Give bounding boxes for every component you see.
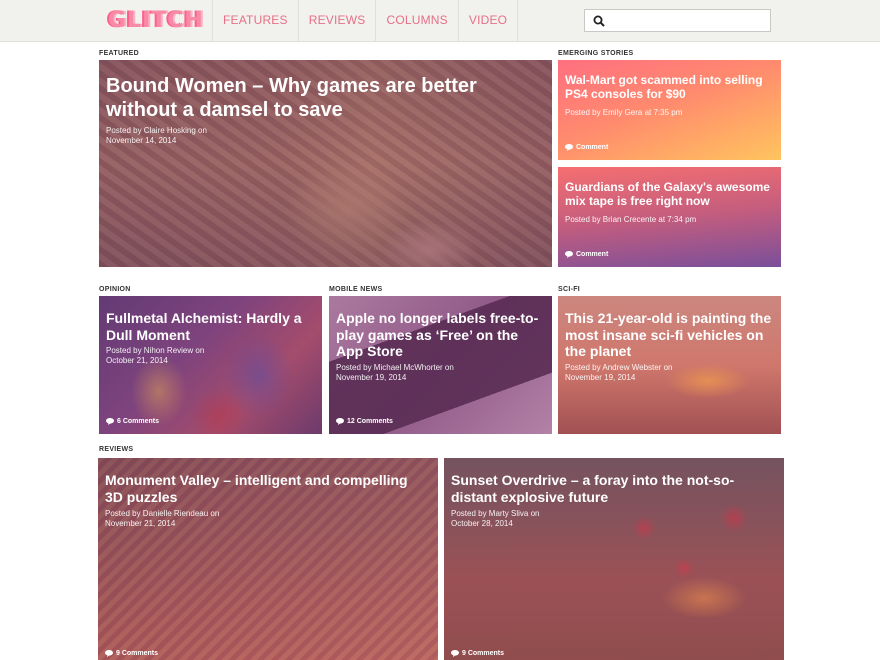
comments-link[interactable]: 9 Comments xyxy=(451,650,504,657)
comment-link[interactable]: Comment xyxy=(565,251,608,258)
emerging-meta: Posted by Brian Crecente at 7:34 pm xyxy=(565,215,697,224)
review-title[interactable]: Monument Valley – intelligent and compel… xyxy=(105,472,425,505)
review-date: November 21, 2014 xyxy=(105,519,176,528)
comments-count: 9 Comments xyxy=(116,650,159,657)
featured-date: November 14, 2014 xyxy=(106,136,177,145)
article-card[interactable]: Fullmetal Alchemist: Hardly a Dull Momen… xyxy=(99,296,322,434)
review-title[interactable]: Sunset Overdrive – a foray into the not-… xyxy=(451,472,771,505)
article-author: Posted by Andrew Webster on xyxy=(565,363,673,372)
comments-link[interactable]: 12 Comments xyxy=(336,418,393,425)
search-icon[interactable] xyxy=(593,15,605,27)
sci-fi-label: SCI-FI xyxy=(558,286,581,293)
emerging-card[interactable]: Guardians of the Galaxy's awesome mix ta… xyxy=(558,167,781,267)
emerging-meta: Posted by Emily Gera at 7:35 pm xyxy=(565,108,683,117)
comment-bubble-icon xyxy=(565,144,573,151)
review-meta: Posted by Marty Sliva on October 28, 201… xyxy=(451,509,539,529)
emerging-card[interactable]: Wal-Mart got scammed into selling PS4 co… xyxy=(558,60,781,160)
emerging-label: EMERGING STORIES xyxy=(558,50,634,57)
article-card[interactable]: Apple no longer labels free-to-play game… xyxy=(329,296,552,434)
nav-item-features[interactable]: FEATURES xyxy=(212,0,298,41)
featured-label: FEATURED xyxy=(99,50,139,57)
search-input[interactable] xyxy=(611,12,766,29)
review-meta: Posted by Danielle Riendeau on November … xyxy=(105,509,219,529)
comment-link[interactable]: Comment xyxy=(565,144,608,151)
search-box[interactable] xyxy=(584,9,771,32)
comments-count: 12 Comments xyxy=(347,418,393,425)
review-card[interactable]: Monument Valley – intelligent and compel… xyxy=(98,458,438,660)
comment-bubble-icon xyxy=(336,418,344,425)
comment-label: Comment xyxy=(576,251,609,258)
article-card[interactable]: This 21-year-old is painting the most in… xyxy=(558,296,781,434)
comments-link[interactable]: 6 Comments xyxy=(106,418,159,425)
comment-bubble-icon xyxy=(105,650,113,657)
nav-item-reviews[interactable]: REVIEWS xyxy=(297,0,376,41)
comment-label: Comment xyxy=(576,144,609,151)
comment-bubble-icon xyxy=(106,418,114,425)
review-author: Posted by Marty Sliva on xyxy=(451,509,540,518)
featured-author: Posted by Claire Hosking on xyxy=(106,126,207,135)
article-meta: Posted by Michael McWhorter on November … xyxy=(336,363,454,383)
emerging-title[interactable]: Wal-Mart got scammed into selling PS4 co… xyxy=(565,73,770,101)
review-date: October 28, 2014 xyxy=(451,519,513,528)
comment-bubble-icon xyxy=(451,650,459,657)
mobile-news-label: MOBILE NEWS xyxy=(329,286,383,293)
comments-count: 6 Comments xyxy=(117,418,160,425)
logo-text: GLITCH xyxy=(108,8,204,33)
featured-title[interactable]: Bound Women – Why games are better witho… xyxy=(106,75,536,122)
nav-item-video[interactable]: VIDEO xyxy=(457,0,519,41)
emerging-title[interactable]: Guardians of the Galaxy's awesome mix ta… xyxy=(565,180,775,208)
article-author: Posted by Michael McWhorter on xyxy=(336,363,454,372)
review-author: Posted by Danielle Riendeau on xyxy=(105,509,220,518)
article-meta: Posted by Andrew Webster on November 19,… xyxy=(565,363,672,383)
article-title[interactable]: Fullmetal Alchemist: Hardly a Dull Momen… xyxy=(106,310,318,343)
site-logo[interactable]: GLITCH xyxy=(108,8,204,34)
featured-meta: Posted by Claire Hosking on November 14,… xyxy=(106,126,207,146)
comment-bubble-icon xyxy=(565,251,573,258)
main-nav: FEATURES REVIEWS COLUMNS VIDEO xyxy=(212,0,519,41)
article-title[interactable]: Apple no longer labels free-to-play game… xyxy=(336,310,548,360)
article-date: November 19, 2014 xyxy=(565,373,636,382)
review-card[interactable]: Sunset Overdrive – a foray into the not-… xyxy=(444,458,784,660)
article-date: October 21, 2014 xyxy=(106,356,168,365)
featured-card[interactable]: Bound Women – Why games are better witho… xyxy=(99,60,552,267)
article-author: Posted by Nihon Review on xyxy=(106,346,205,355)
nav-item-columns[interactable]: COLUMNS xyxy=(375,0,457,41)
site-header: GLITCH FEATURES REVIEWS COLUMNS VIDEO xyxy=(0,0,880,42)
comments-count: 9 Comments xyxy=(462,650,505,657)
opinion-label: OPINION xyxy=(99,286,131,293)
article-title[interactable]: This 21-year-old is painting the most in… xyxy=(565,310,777,360)
article-meta: Posted by Nihon Review on October 21, 20… xyxy=(106,346,204,366)
reviews-label: REVIEWS xyxy=(99,446,134,453)
article-date: November 19, 2014 xyxy=(336,373,407,382)
comments-link[interactable]: 9 Comments xyxy=(105,650,158,657)
